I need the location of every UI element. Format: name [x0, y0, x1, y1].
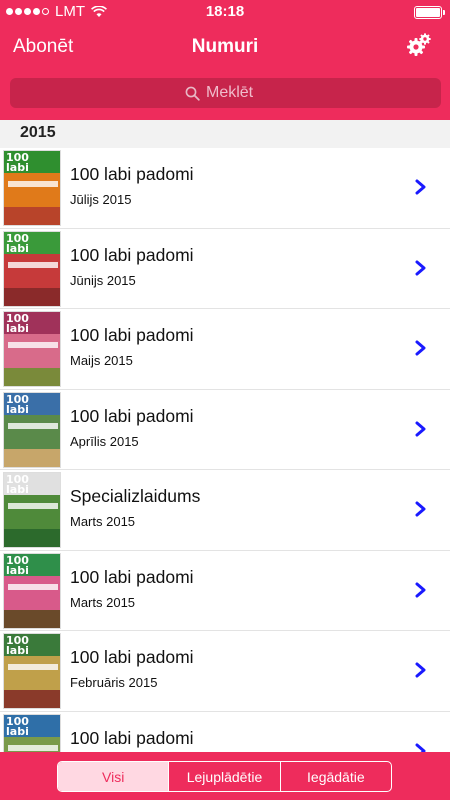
tab-purchased[interactable]: Iegādātie — [279, 762, 391, 791]
issue-cover-image: 100 labi — [3, 472, 61, 548]
issue-row[interactable]: 100 labi 100 labi padomi Jūnijs 2015 — [0, 228, 450, 309]
chevron-right-icon — [415, 582, 426, 597]
chevron-right-icon — [415, 260, 426, 275]
issue-row[interactable]: 100 labi 100 labi padomi Aprīlis 2015 — [0, 389, 450, 470]
tab-all[interactable]: Visi — [58, 762, 169, 791]
nav-bar: Abonēt Numuri — [0, 24, 450, 70]
issue-row[interactable]: 100 labi 100 labi padomi Marts 2015 — [0, 550, 450, 631]
issue-cover-image: 100 labi — [3, 311, 61, 387]
issue-cover-image: 100 labi — [3, 150, 61, 226]
issue-title: 100 labi padomi — [70, 325, 194, 345]
issue-title: 100 labi padomi — [70, 727, 194, 748]
issue-list[interactable]: 100 labi 100 labi padomi Jūlijs 2015 100 labi… — [0, 148, 450, 752]
issue-title: 100 labi padomi — [70, 647, 194, 667]
chevron-right-icon — [415, 743, 426, 752]
issue-title: 100 labi padomi — [70, 244, 194, 265]
chevron-right-icon — [415, 340, 426, 356]
issue-date: Jūnijs 2015 — [70, 272, 136, 288]
issue-row[interactable]: 100 labi 100 labi padomi Maijs 2015 — [0, 309, 450, 390]
chevron-right-icon — [415, 501, 426, 517]
search-icon — [185, 86, 200, 101]
status-time: 18:18 — [205, 3, 245, 20]
issue-date: Marts 2015 — [70, 594, 136, 610]
status-bar: LMT 18:18 — [0, 0, 450, 24]
issue-cover-image: 100 labi — [3, 713, 61, 752]
issue-date: Jūlijs 2015 — [70, 192, 132, 207]
header: LMT 18:18 Abonēt Numuri — [0, 0, 450, 120]
search-input[interactable] — [206, 84, 266, 102]
issue-cover-image: 100 labi — [3, 633, 61, 709]
filter-segmented-control: Visi Lejuplādētie Iegādātie — [57, 761, 392, 792]
issue-row[interactable]: 100 labi 100 labi padomi Jūlijs 2015 — [0, 148, 450, 229]
search-bar[interactable] — [10, 78, 441, 108]
issue-cover-image: 100 labi — [3, 391, 61, 468]
chevron-right-icon — [415, 662, 426, 678]
issue-title: 100 labi padomi — [70, 566, 194, 587]
issue-title: 100 labi padomi — [70, 405, 194, 426]
bottom-bar: Visi Lejuplādētie Iegādātie — [0, 752, 450, 800]
issue-cover-image: 100 labi — [3, 552, 61, 629]
section-header-year: 2015 — [0, 120, 450, 148]
issue-date: Februāris 2015 — [70, 675, 158, 690]
issue-date: Marts 2015 — [70, 514, 136, 529]
issue-date: Aprīlis 2015 — [70, 433, 139, 449]
issue-date: Maijs 2015 — [70, 353, 133, 368]
issue-row[interactable]: 100 labi 100 labi padomi — [0, 711, 450, 752]
chevron-right-icon — [415, 179, 426, 195]
issue-cover-image: 100 labi — [3, 230, 61, 307]
subscribe-button[interactable]: Abonēt — [13, 36, 73, 58]
gear-icon[interactable] — [406, 32, 432, 58]
issue-title: 100 labi padomi — [70, 164, 194, 184]
chevron-right-icon — [415, 421, 426, 436]
issue-row[interactable]: 100 labi Specializlaidums Marts 2015 — [0, 470, 450, 551]
issue-row[interactable]: 100 labi 100 labi padomi Februāris 2015 — [0, 631, 450, 712]
battery-icon — [414, 6, 445, 19]
issue-title: Specializlaidums — [70, 486, 201, 506]
tab-downloaded[interactable]: Lejuplādētie — [168, 762, 279, 791]
